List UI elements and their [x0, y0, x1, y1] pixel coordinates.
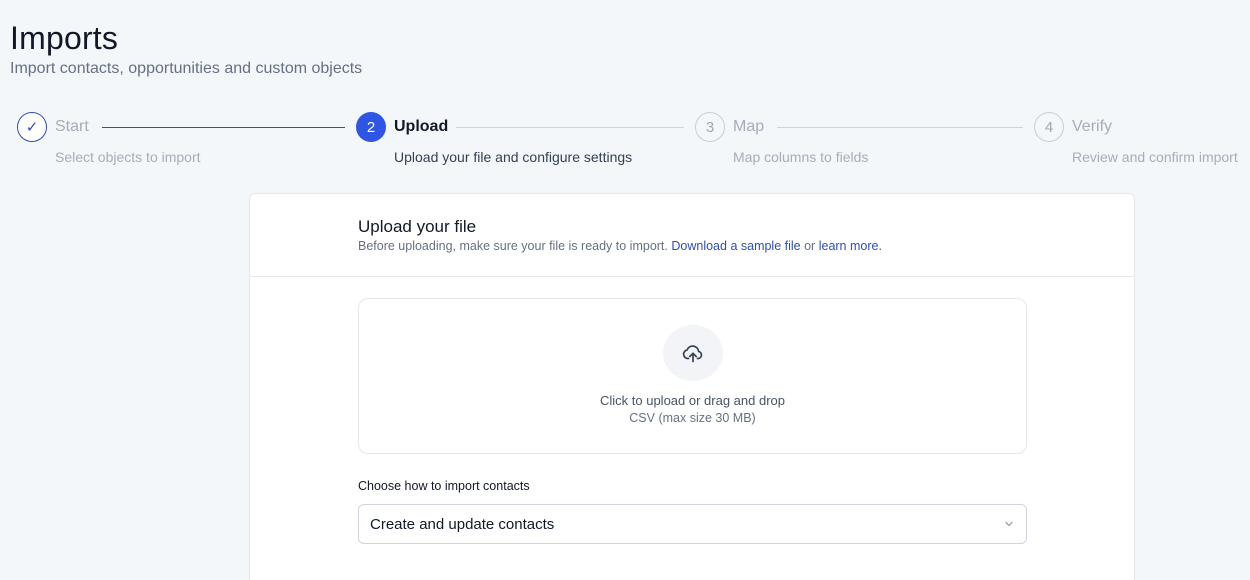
step-title: Start: [55, 118, 89, 135]
card-header: Upload your file Before uploading, make …: [250, 194, 1134, 277]
step-description: Upload your file and configure settings: [394, 149, 633, 165]
file-dropzone[interactable]: Click to upload or drag and drop CSV (ma…: [358, 298, 1027, 454]
stepper-connector-3: [777, 127, 1023, 128]
stepper-connector-1: [102, 127, 345, 128]
stepper-connector-2: [456, 127, 684, 128]
step-number: 2: [356, 112, 386, 142]
step-title: Map: [733, 118, 765, 135]
card-title: Upload your file: [358, 217, 477, 236]
imports-page: Imports Import contacts, opportunities a…: [0, 0, 1250, 580]
dropzone-file-constraints: CSV (max size 30 MB): [629, 411, 756, 425]
import-mode-select[interactable]: Create and update contacts: [358, 504, 1027, 544]
upload-icon-container: [663, 325, 723, 381]
upload-card: Upload your file Before uploading, make …: [249, 193, 1135, 580]
step-number: 4: [1034, 112, 1064, 142]
step-number: 3: [695, 112, 725, 142]
step-description: Map columns to fields: [733, 149, 869, 165]
dropzone-instruction: Click to upload or drag and drop: [599, 393, 785, 408]
download-sample-link[interactable]: Download a sample file: [671, 239, 800, 253]
chevron-down-icon: [1005, 521, 1013, 527]
help-prefix: Before uploading, make sure your file is…: [358, 239, 668, 253]
page-subtitle: Import contacts, opportunities and custo…: [10, 60, 363, 77]
card-help-text: Before uploading, make sure your file is…: [358, 239, 882, 253]
step-title: Upload: [394, 118, 449, 135]
step-description: Select objects to import: [55, 149, 201, 165]
import-mode-value: Create and update contacts: [370, 516, 555, 533]
cloud-upload-icon: [682, 345, 703, 363]
help-or: or: [804, 239, 816, 253]
check-icon: ✓: [17, 112, 47, 142]
page-title: Imports: [10, 20, 119, 56]
step-title: Verify: [1072, 118, 1113, 135]
step-description: Review and confirm import: [1072, 149, 1238, 165]
import-mode-label: Choose how to import contacts: [358, 479, 530, 493]
learn-more-link[interactable]: learn more.: [819, 239, 882, 253]
